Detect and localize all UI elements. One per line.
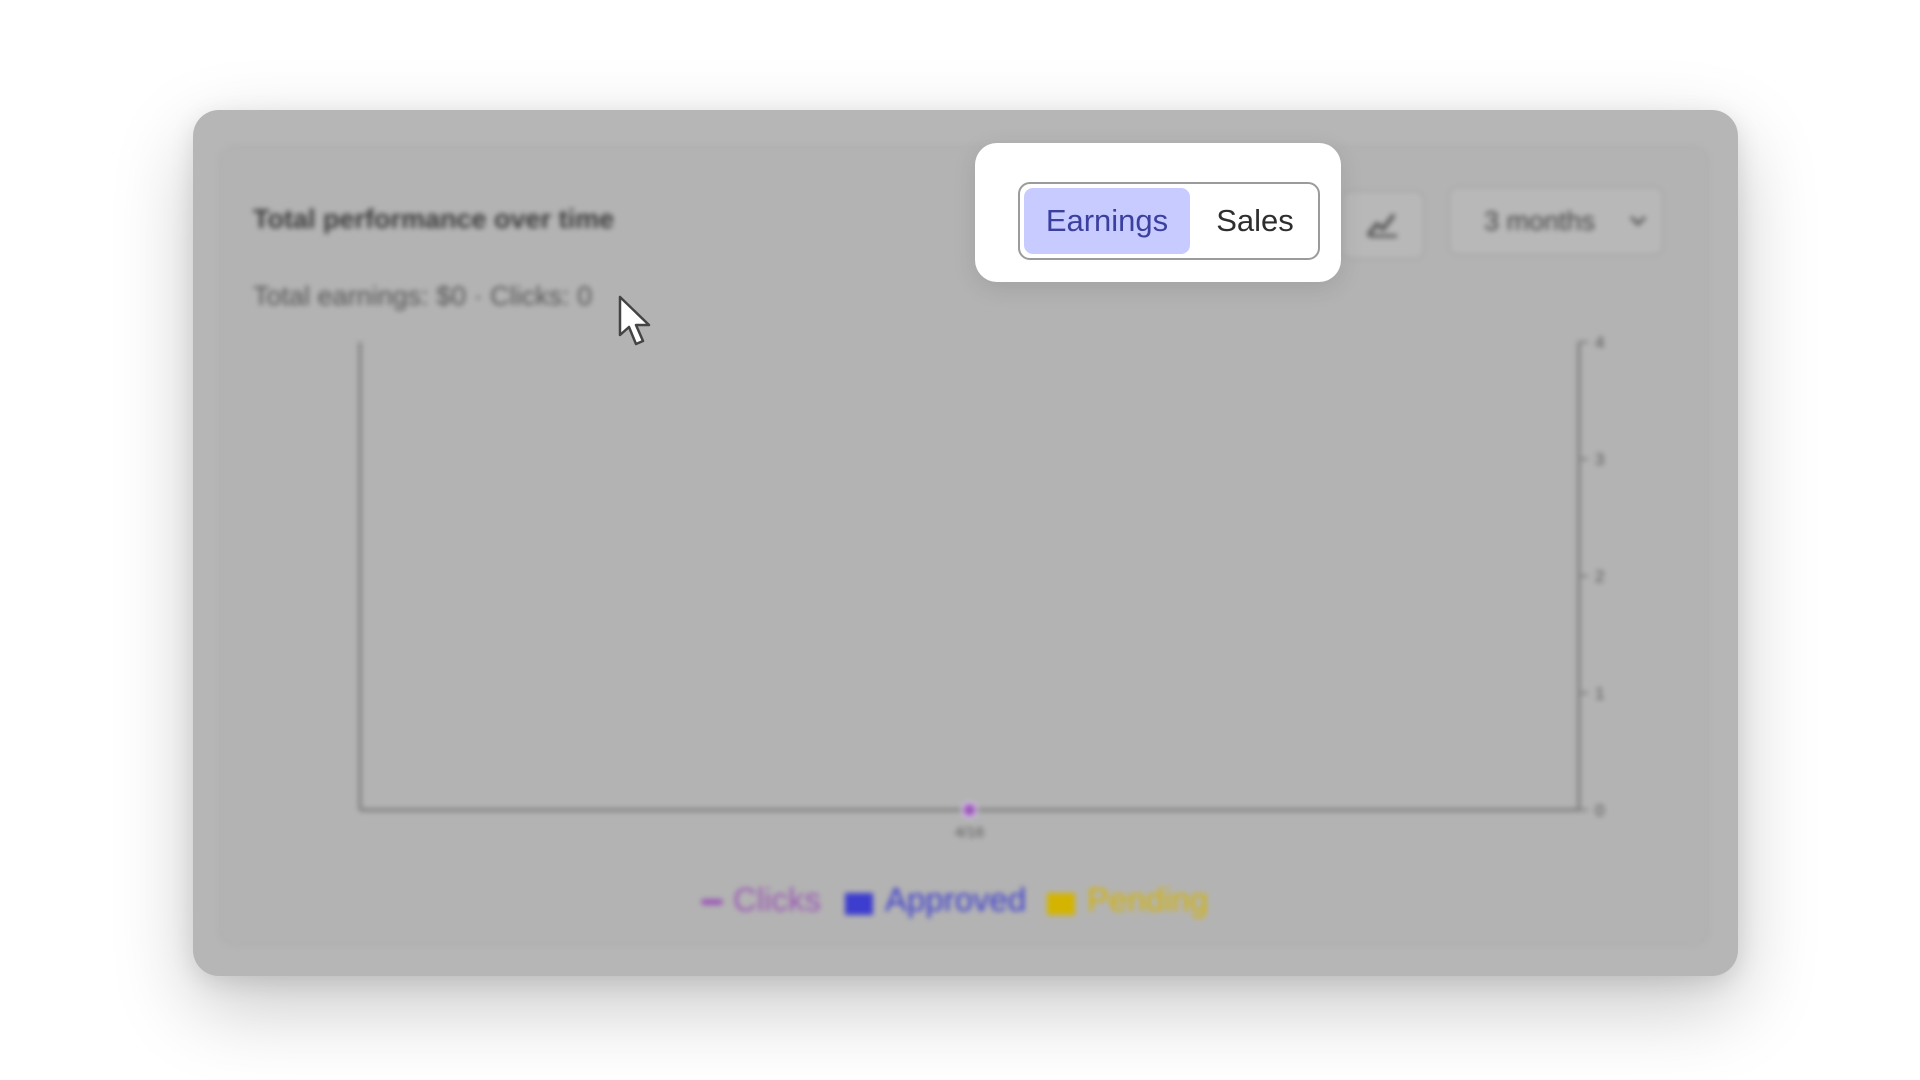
earnings-sales-highlight: Earnings Sales (975, 143, 1341, 282)
earnings-toggle-button[interactable]: Earnings (1024, 188, 1190, 254)
right-axis-tick-label: 4 (1595, 333, 1604, 352)
mouse-cursor-icon (618, 295, 651, 346)
right-axis-tick-label: 1 (1595, 684, 1604, 703)
legend-label-pending[interactable]: Pending (1087, 881, 1208, 919)
right-axis-tick-label: 3 (1595, 450, 1604, 469)
legend-swatch-approved (845, 893, 873, 915)
legend-label-approved[interactable]: Approved (885, 881, 1026, 919)
legend-label-clicks[interactable]: Clicks (733, 881, 821, 919)
right-axis-tick-label: 0 (1595, 801, 1604, 820)
clicks-point (961, 802, 978, 818)
right-axis-tick-label: 2 (1595, 567, 1604, 586)
sales-toggle-button[interactable]: Sales (1196, 188, 1314, 254)
performance-chart: 0 1 2 3 4 4/16 (358, 333, 1604, 841)
dimmed-chart-panel: Total performance over time Total earnin… (193, 110, 1738, 976)
x-axis-tick-label: 4/16 (955, 824, 984, 841)
blurred-content: Total performance over time Total earnin… (193, 110, 1738, 976)
legend-swatch-pending (1047, 893, 1075, 915)
earnings-sales-toggle: Earnings Sales (1018, 182, 1320, 260)
legend-swatch-clicks (701, 899, 723, 905)
chart-legend: Clicks Approved Pending (193, 881, 1738, 931)
